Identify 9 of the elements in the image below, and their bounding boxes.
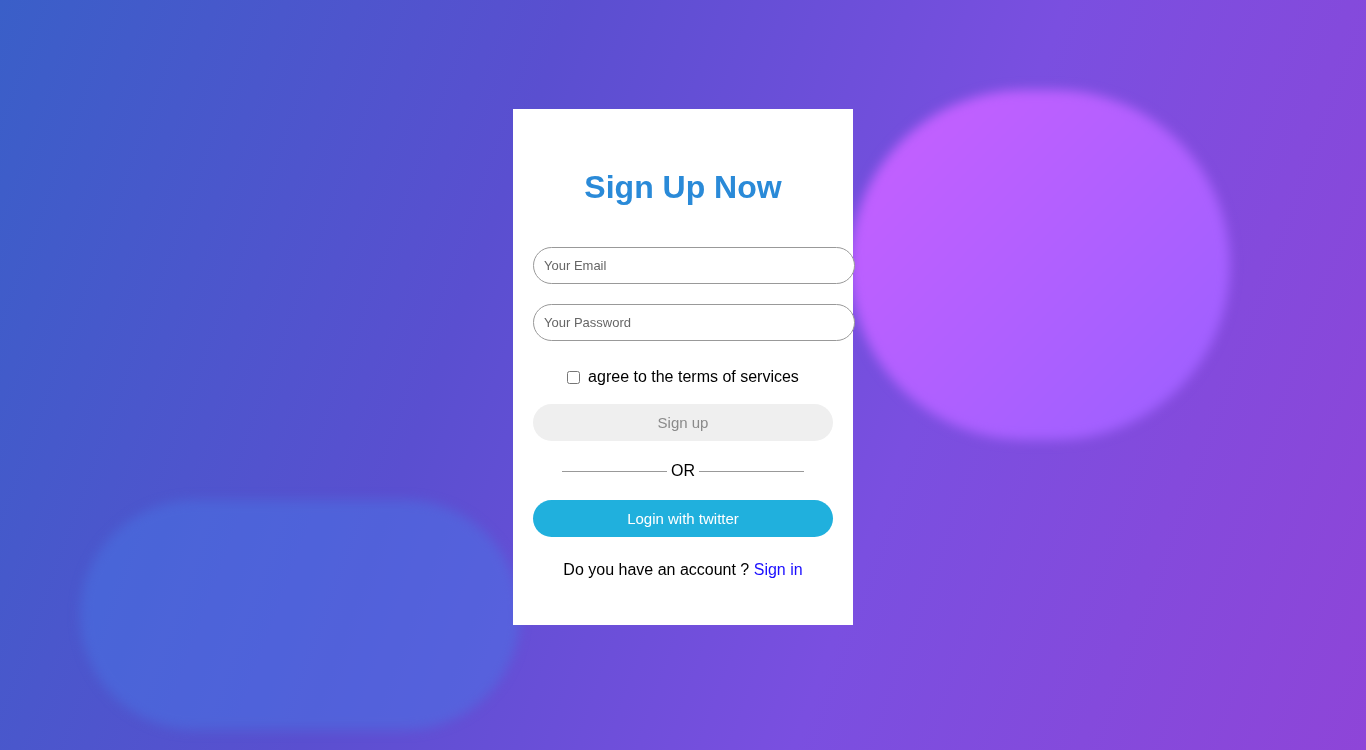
input-field[interactable]: Your Password <box>533 304 855 341</box>
account-question: Do you have an account ? <box>563 561 750 578</box>
input-field[interactable]: Your Email <box>533 247 855 284</box>
twitter-login-button[interactable]: Login with twitter <box>533 500 833 537</box>
form-title: Sign Up Now <box>583 169 783 205</box>
terms-label: agree to the terms of services <box>588 368 799 386</box>
sign-in-link[interactable]: Sign in <box>753 561 803 578</box>
terms-checkbox[interactable] <box>567 370 581 384</box>
or-divider-text: OR <box>671 462 695 480</box>
